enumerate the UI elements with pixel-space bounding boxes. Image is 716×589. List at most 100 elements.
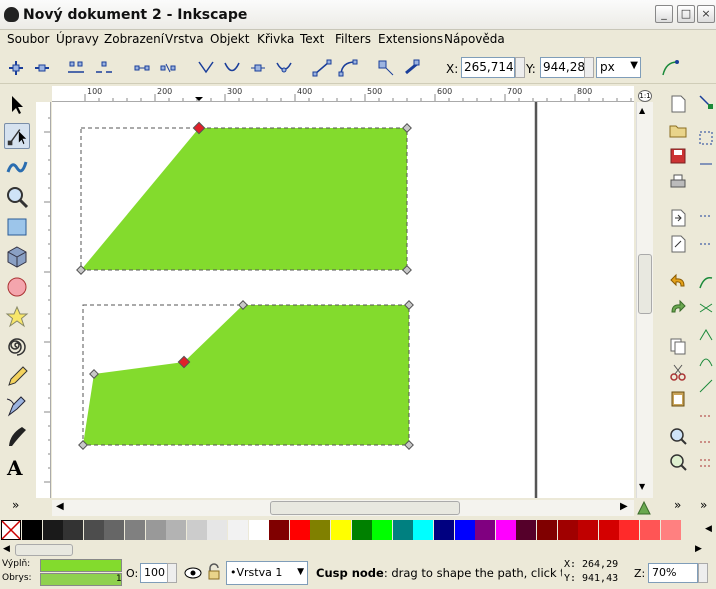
snap-midpoints-icon[interactable] <box>698 234 714 250</box>
color-swatch[interactable] <box>598 520 619 540</box>
color-swatch[interactable] <box>495 520 516 540</box>
snap-page-icon[interactable] <box>698 430 714 446</box>
snap-rotation-icon[interactable] <box>698 404 714 420</box>
color-swatch[interactable] <box>310 520 331 540</box>
layer-dropdown[interactable]: •Vrstva 1 ▼ <box>226 561 308 585</box>
vertical-scroll-thumb[interactable] <box>638 254 652 314</box>
color-manage-icon[interactable] <box>636 500 654 516</box>
vertical-scrollbar[interactable]: ▲ ▼ <box>636 102 653 498</box>
break-path-icon[interactable] <box>94 58 114 78</box>
snap-cusp-icon[interactable] <box>698 326 714 342</box>
export-icon[interactable] <box>668 234 688 254</box>
delete-node-icon[interactable] <box>32 58 52 78</box>
snap-more-icon[interactable]: » <box>700 498 707 512</box>
delete-segment-icon[interactable] <box>158 58 178 78</box>
undo-icon[interactable] <box>668 272 688 292</box>
color-swatch[interactable] <box>640 520 660 540</box>
y-spin-button[interactable] <box>584 57 594 78</box>
spiral-tool-icon[interactable] <box>4 334 30 360</box>
snap-bbox-edges-icon[interactable] <box>698 156 714 172</box>
color-swatch[interactable] <box>22 520 42 540</box>
scroll-down-icon[interactable]: ▼ <box>639 482 645 491</box>
x-spin-button[interactable] <box>515 57 525 78</box>
redo-icon[interactable] <box>668 298 688 318</box>
opacity-spin[interactable] <box>167 563 177 583</box>
show-handles-icon[interactable] <box>660 58 680 78</box>
palette-scroll-right-icon[interactable]: ▶ <box>695 544 702 554</box>
zoom-spin[interactable] <box>698 563 708 583</box>
ellipse-tool-icon[interactable] <box>4 274 30 300</box>
snap-intersections-icon[interactable] <box>698 300 714 316</box>
eye-visibility-icon[interactable] <box>183 565 203 581</box>
stroke-indicator[interactable] <box>40 573 122 586</box>
color-swatch[interactable] <box>289 520 310 540</box>
selector-tool-icon[interactable] <box>4 92 30 118</box>
toolbox-more-icon[interactable]: » <box>12 498 19 512</box>
print-icon[interactable] <box>668 172 688 192</box>
menu-object[interactable]: Objekt <box>210 32 249 46</box>
maximize-button[interactable]: □ <box>677 5 695 23</box>
color-swatch[interactable] <box>351 520 372 540</box>
color-swatch[interactable] <box>248 520 269 540</box>
color-swatch[interactable] <box>619 520 640 540</box>
cusp-node-icon[interactable] <box>196 58 216 78</box>
insert-node-icon[interactable] <box>6 58 26 78</box>
color-swatch[interactable] <box>516 520 537 540</box>
scroll-left-icon[interactable]: ◀ <box>56 501 64 512</box>
import-icon[interactable] <box>668 208 688 228</box>
color-swatch[interactable] <box>166 520 187 540</box>
smooth-node-icon[interactable] <box>222 58 242 78</box>
color-swatch[interactable] <box>392 520 413 540</box>
zoom-tool-icon[interactable] <box>4 184 30 210</box>
save-icon[interactable] <box>668 146 688 166</box>
opacity-input[interactable]: 100 <box>140 563 168 583</box>
horizontal-scroll-thumb[interactable] <box>270 501 460 515</box>
color-swatch[interactable] <box>83 520 104 540</box>
paste-icon[interactable] <box>668 388 688 408</box>
no-paint-swatch[interactable] <box>1 520 21 540</box>
star-tool-icon[interactable] <box>4 304 30 330</box>
zoom-drawing-icon[interactable] <box>668 452 688 472</box>
zoom-input[interactable]: 70% <box>648 563 698 583</box>
pen-tool-icon[interactable] <box>4 394 30 420</box>
fill-indicator[interactable] <box>40 559 122 572</box>
palette-scroll-thumb[interactable] <box>15 544 73 556</box>
cut-icon[interactable] <box>668 362 688 382</box>
horizontal-scrollbar[interactable]: ◀ ▶ <box>52 500 634 516</box>
color-swatch[interactable] <box>578 520 599 540</box>
color-swatch[interactable] <box>269 520 290 540</box>
color-swatch[interactable] <box>331 520 351 540</box>
color-swatch[interactable] <box>434 520 454 540</box>
snap-grid-icon[interactable] <box>698 456 714 472</box>
color-swatch[interactable] <box>372 520 393 540</box>
menu-text[interactable]: Text <box>300 32 324 46</box>
palette-scrollbar[interactable]: ◀ ▶ <box>0 543 716 557</box>
color-swatch[interactable] <box>557 520 578 540</box>
new-document-icon[interactable] <box>668 94 688 114</box>
zoom-selection-icon[interactable] <box>668 426 688 446</box>
zoom-fit-icon[interactable]: 1:1 <box>638 90 652 102</box>
open-file-icon[interactable] <box>668 120 688 140</box>
snap-center-icon[interactable] <box>698 378 714 394</box>
menu-layer[interactable]: Vrstva <box>165 32 204 46</box>
join-nodes-icon[interactable] <box>66 58 86 78</box>
commands-more-icon[interactable]: » <box>674 498 681 512</box>
minimize-button[interactable]: _ <box>655 5 673 23</box>
green-shape-top[interactable] <box>81 128 407 270</box>
menu-edit[interactable]: Úpravy <box>56 32 99 46</box>
menu-extensions[interactable]: Extensions <box>378 32 443 46</box>
color-swatch[interactable] <box>660 520 681 540</box>
snap-smooth-icon[interactable] <box>698 352 714 368</box>
3d-box-tool-icon[interactable] <box>4 244 30 270</box>
drawing-canvas[interactable] <box>52 102 634 498</box>
menu-view[interactable]: Zobrazení <box>104 32 164 46</box>
rectangle-tool-icon[interactable] <box>4 214 30 240</box>
object-to-path-icon[interactable] <box>376 58 396 78</box>
lock-icon[interactable] <box>207 563 221 581</box>
color-swatch[interactable] <box>125 520 145 540</box>
snap-nodes-icon[interactable] <box>698 206 714 222</box>
color-swatch[interactable] <box>207 520 228 540</box>
snap-bbox-icon[interactable] <box>698 130 714 146</box>
snap-paths-icon[interactable] <box>698 274 714 290</box>
unit-dropdown[interactable]: px ▼ <box>596 57 641 78</box>
